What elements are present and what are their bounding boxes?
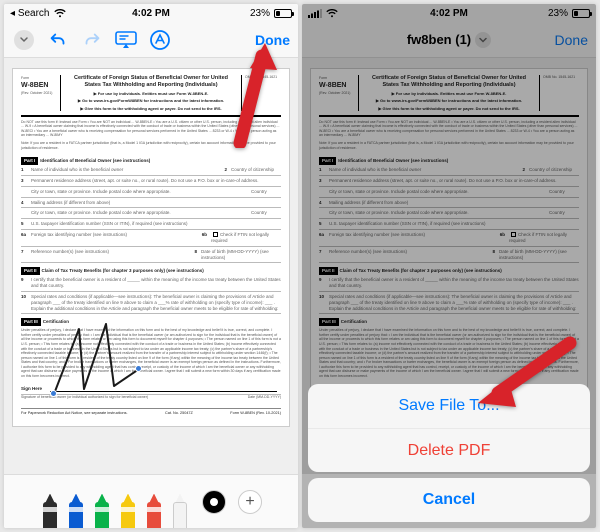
pen-tool-red[interactable] [144, 490, 164, 529]
pen-tool-green[interactable] [92, 490, 112, 529]
line-6a: Foreign tax identifying number (see inst… [31, 232, 198, 244]
markup-toggle-button[interactable] [148, 28, 172, 52]
cancel-button[interactable]: Cancel [308, 478, 590, 522]
annotate-text-button[interactable] [114, 28, 138, 52]
save-file-to-button[interactable]: Save File To... [308, 384, 590, 428]
done-button[interactable]: Done [255, 32, 290, 48]
part2-title: Claim of Tax Treaty Benefits (for chapte… [42, 268, 204, 273]
doc-title-2: States Tax Withholding and Reporting (In… [67, 82, 235, 89]
pdf-page: Form W-8BEN (Rev. October 2021) Certific… [12, 68, 290, 427]
eraser-tool[interactable] [170, 490, 190, 529]
doc-sub3: ▶ Give this form to the withholding agen… [67, 106, 235, 111]
battery-icon [274, 9, 292, 18]
sig-caption: Signature of beneficial owner (or indivi… [21, 395, 148, 400]
status-time: 4:02 PM [4, 8, 298, 19]
part1-title: Identification of Beneficial Owner (see … [40, 158, 150, 163]
line-9: I certify that the beneficial owner is a… [31, 277, 281, 289]
undo-button[interactable] [46, 28, 70, 52]
form-rev: (Rev. October 2021) [21, 91, 52, 95]
date-caption: Date (MM-DD-YYYY) [248, 395, 281, 400]
footer-left: For Paperwork Reduction Act Notice, see … [21, 411, 128, 416]
delete-pdf-button[interactable]: Delete PDF [308, 428, 590, 472]
color-picker-button[interactable] [202, 490, 226, 514]
pen-tool-black[interactable] [40, 490, 60, 529]
highlighter-tool-yellow[interactable] [118, 490, 138, 529]
footer-right: Form W-8BEN (Rev. 10-2021) [230, 411, 281, 416]
add-shape-button[interactable]: + [238, 490, 262, 514]
part3-title: Certification [43, 319, 69, 324]
doc-title-1: Certificate of Foreign Status of Benefic… [67, 75, 235, 82]
line-4c: Country [251, 210, 281, 216]
markup-toolbar: + [4, 474, 298, 528]
line-2: Country of citizenship [231, 167, 281, 173]
line-7: Reference number(s) (see instructions) [31, 249, 190, 261]
line-3b: City or town, state or province. Include… [31, 189, 247, 195]
markup-navbar: Done [4, 22, 298, 58]
files-preview-pane: 4:02 PM 23% fw8ben (1) Done Form W-8BEN … [302, 4, 596, 528]
line-6b: Check if FTIN not legally required [211, 232, 269, 243]
status-bar: ◂ Search 4:02 PM 23% [4, 4, 298, 22]
toggle-sidebar-button[interactable] [12, 28, 36, 52]
do-not-use-block: Do NOT use this form if: Instead use For… [21, 120, 281, 138]
line-8: Date of birth (MM-DD-YYYY) (see instruct… [201, 249, 281, 261]
line-5: U.S. taxpayer identification number (SSN… [31, 221, 281, 227]
form-name: W-8BEN [21, 82, 48, 89]
certification-text: Under penalties of perjury, I declare th… [21, 328, 281, 378]
line-4b: City or town, state or province. Include… [31, 210, 247, 216]
line-10: Special rates and conditions (if applica… [31, 294, 281, 312]
note-footer: Note: If you are a resident in a FATCA p… [21, 141, 281, 150]
markup-editor-pane: ◂ Search 4:02 PM 23% [4, 4, 298, 528]
redo-button[interactable] [80, 28, 104, 52]
line-3c: Country [251, 189, 281, 195]
line-4: Mailing address (if different from above… [31, 200, 281, 206]
part2-bar: Part II [21, 267, 40, 275]
doc-sub2: ▶ Go to www.irs.gov/FormW8BEN for instru… [67, 98, 235, 103]
line-3: Permanent residence address (street, apt… [31, 178, 281, 184]
footer-mid: Cat. No. 25047Z [165, 411, 193, 416]
omb-number: OMB No. 1545-1621 [241, 75, 281, 111]
doc-sub1: ▶ For use by individuals. Entities must … [67, 91, 235, 96]
part1-bar: Part I [21, 157, 38, 165]
document-canvas[interactable]: Form W-8BEN (Rev. October 2021) Certific… [4, 58, 298, 474]
part3-bar: Part III [21, 318, 41, 326]
pen-tool-blue[interactable] [66, 490, 86, 529]
action-sheet: Save File To... Delete PDF Cancel [308, 384, 590, 522]
form-prefix: Form [21, 76, 29, 80]
sign-here-label: Sign Here [21, 386, 42, 392]
line-1: Name of individual who is the beneficial… [31, 167, 220, 173]
